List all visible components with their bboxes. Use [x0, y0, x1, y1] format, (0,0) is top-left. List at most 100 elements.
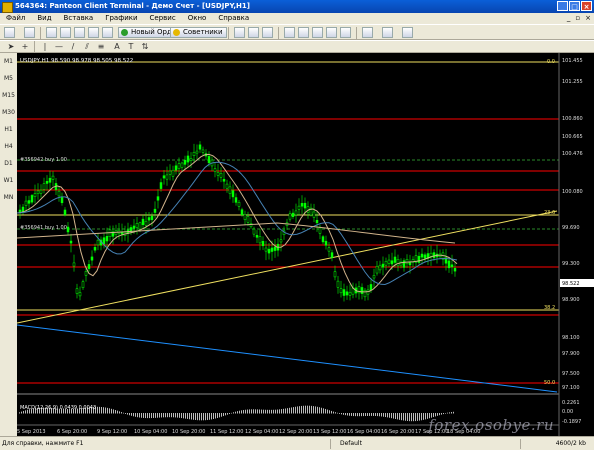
- menu-charts[interactable]: Графики: [99, 13, 143, 24]
- period-w1[interactable]: W1: [0, 172, 17, 189]
- profiles-icon[interactable]: [24, 27, 35, 38]
- macd-bar: [401, 413, 402, 421]
- macd-bar: [165, 413, 166, 418]
- macd-bar: [117, 410, 118, 414]
- menu-file[interactable]: Файл: [0, 13, 31, 24]
- tester-icon[interactable]: [102, 27, 113, 38]
- macd-bar: [365, 413, 366, 417]
- fibonacci-icon[interactable]: ≡: [96, 42, 106, 52]
- candle-body: [261, 241, 265, 247]
- mdi-close-icon[interactable]: ×: [585, 13, 591, 24]
- macd-bar: [243, 409, 244, 414]
- macd-bar: [347, 413, 348, 416]
- macd-bar: [373, 413, 374, 416]
- mdi-controls: _ ▫ ×: [567, 13, 591, 24]
- candle-body: [234, 197, 238, 203]
- market-watch-icon[interactable]: [46, 27, 57, 38]
- channel-icon[interactable]: ⫽: [82, 42, 92, 52]
- new-chart-icon[interactable]: [4, 27, 15, 38]
- chart-shift-icon[interactable]: [340, 27, 351, 38]
- trendline-icon[interactable]: /: [68, 42, 78, 52]
- macd-bar: [213, 413, 214, 420]
- macd-bar: [299, 406, 300, 414]
- candle-body: [207, 156, 211, 164]
- crosshair-icon[interactable]: +: [20, 42, 30, 52]
- candle-body: [186, 155, 190, 163]
- maximize-button[interactable]: □: [569, 1, 580, 11]
- candle-body: [321, 236, 325, 243]
- close-button[interactable]: ×: [581, 1, 592, 11]
- macd-bar: [247, 409, 248, 414]
- vertical-line-icon[interactable]: |: [40, 42, 50, 52]
- period-m15[interactable]: M15: [0, 87, 17, 104]
- macd-bar: [375, 413, 376, 417]
- candle-body: [390, 260, 394, 265]
- menu-insert[interactable]: Вставка: [58, 13, 100, 24]
- navigator-icon[interactable]: [74, 27, 85, 38]
- zoom-in-icon[interactable]: [284, 27, 295, 38]
- menu-view[interactable]: Вид: [31, 13, 57, 24]
- macd-bar: [195, 413, 196, 420]
- terminal-icon[interactable]: [88, 27, 99, 38]
- cursor-icon[interactable]: ➤: [6, 42, 16, 52]
- candle-body: [219, 173, 223, 178]
- macd-bar: [279, 409, 280, 414]
- candle-body: [51, 175, 55, 180]
- candle-body: [345, 291, 349, 296]
- zoom-out-icon[interactable]: [298, 27, 309, 38]
- period-m1[interactable]: M1: [0, 53, 17, 70]
- candle-body: [171, 169, 175, 177]
- macd-bar: [161, 413, 162, 418]
- candle-body: [372, 275, 376, 279]
- mdi-restore-icon[interactable]: ▫: [575, 13, 580, 24]
- autoscroll-icon[interactable]: [326, 27, 337, 38]
- price-tick: 97.900: [562, 351, 580, 357]
- bar-chart-icon[interactable]: [234, 27, 245, 38]
- candlestick-icon[interactable]: [248, 27, 259, 38]
- templates-icon[interactable]: [402, 27, 413, 38]
- status-profile: Default: [340, 440, 362, 447]
- macd-bar: [199, 413, 200, 421]
- tile-windows-icon[interactable]: [312, 27, 323, 38]
- macd-bar: [255, 409, 256, 414]
- candle-body: [453, 268, 457, 272]
- time-tick: 12 Sep 04:00: [245, 429, 278, 435]
- candle-body: [336, 280, 340, 288]
- period-d1[interactable]: D1: [0, 155, 17, 172]
- periods-icon[interactable]: [382, 27, 393, 38]
- minimize-button[interactable]: _: [557, 1, 568, 11]
- text-icon[interactable]: A: [112, 42, 122, 52]
- macd-bar: [271, 409, 272, 414]
- candle-body: [237, 202, 241, 207]
- data-window-icon[interactable]: [60, 27, 71, 38]
- macd-bar: [273, 409, 274, 414]
- period-mn[interactable]: MN: [0, 189, 17, 206]
- macd-bar: [225, 413, 226, 416]
- macd-bar: [215, 413, 216, 419]
- period-h4[interactable]: H4: [0, 138, 17, 155]
- macd-bar: [229, 413, 230, 415]
- period-m5[interactable]: M5: [0, 70, 17, 87]
- candle-body: [42, 183, 46, 190]
- macd-bar: [223, 413, 224, 417]
- menu-window[interactable]: Окно: [182, 13, 213, 24]
- menu-tools[interactable]: Сервис: [144, 13, 182, 24]
- expert-advisors-button[interactable]: Советники: [170, 27, 227, 38]
- line-chart-icon[interactable]: [262, 27, 273, 38]
- mdi-minimize-icon[interactable]: _: [567, 13, 571, 24]
- period-h1[interactable]: H1: [0, 121, 17, 138]
- macd-label: MACD(12,26,9) 0.0439 0.0043: [20, 405, 96, 411]
- period-m30[interactable]: M30: [0, 104, 17, 121]
- macd-tick: 0.2261: [562, 400, 580, 406]
- horizontal-line-icon[interactable]: —: [54, 42, 64, 52]
- arrows-icon[interactable]: ⇅: [140, 42, 150, 52]
- label-icon[interactable]: T: [126, 42, 136, 52]
- menu-help[interactable]: Справка: [212, 13, 255, 24]
- macd-bar: [221, 413, 222, 417]
- candle-body: [270, 247, 274, 252]
- chart-window[interactable]: USDJPY,H1 98.590 98.978 98.505 98.522 #3…: [16, 53, 594, 436]
- price-tick: 97.500: [562, 371, 580, 377]
- indicators-icon[interactable]: [362, 27, 373, 38]
- macd-bar: [391, 413, 392, 419]
- toolbar-separator: [356, 27, 357, 39]
